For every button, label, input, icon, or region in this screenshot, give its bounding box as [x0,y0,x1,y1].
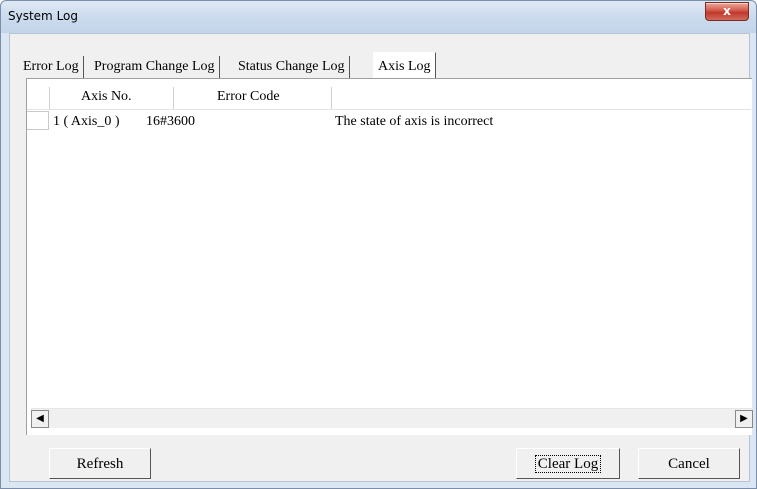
list-header: Axis No. Error Code [27,87,751,110]
cell-axis-no: 1 ( Axis_0 ) [53,114,120,129]
scroll-left-icon[interactable]: ◀ [31,410,49,428]
cancel-button-label: Cancel [668,456,710,472]
tab-status-change-log[interactable]: Status Change Log [234,56,350,79]
table-row[interactable]: 1 ( Axis_0 ) 16#3600 The state of axis i… [27,111,751,131]
cell-description: The state of axis is incorrect [335,114,494,129]
title-bar[interactable]: System Log x [1,1,756,33]
scroll-right-icon[interactable]: ▶ [735,410,753,428]
clear-log-button-label: Clear Log [534,455,602,473]
cancel-button[interactable]: Cancel [638,448,740,479]
horizontal-scrollbar[interactable]: ◀ ▶ [31,408,753,428]
column-divider[interactable] [331,87,332,109]
cell-error-code: 16#3600 [146,114,195,129]
column-header-error-code[interactable]: Error Code [217,89,280,105]
row-selector[interactable] [27,111,49,130]
tab-axis-log[interactable]: Axis Log [373,52,436,79]
axis-log-list: Axis No. Error Code 1 ( Axis_0 ) 16#3600… [26,78,752,435]
tab-program-change-log[interactable]: Program Change Log [90,56,220,79]
column-divider[interactable] [173,87,174,109]
column-header-axis-no[interactable]: Axis No. [81,89,132,105]
system-log-window: System Log x Error Log Program Change Lo… [0,0,757,489]
refresh-button-label: Refresh [76,456,124,472]
clear-log-button[interactable]: Clear Log [516,448,620,479]
tab-error-log[interactable]: Error Log [19,56,84,79]
window-title: System Log [8,9,78,23]
refresh-button[interactable]: Refresh [49,448,151,479]
close-button[interactable]: x [705,2,749,21]
column-divider[interactable] [49,87,50,109]
